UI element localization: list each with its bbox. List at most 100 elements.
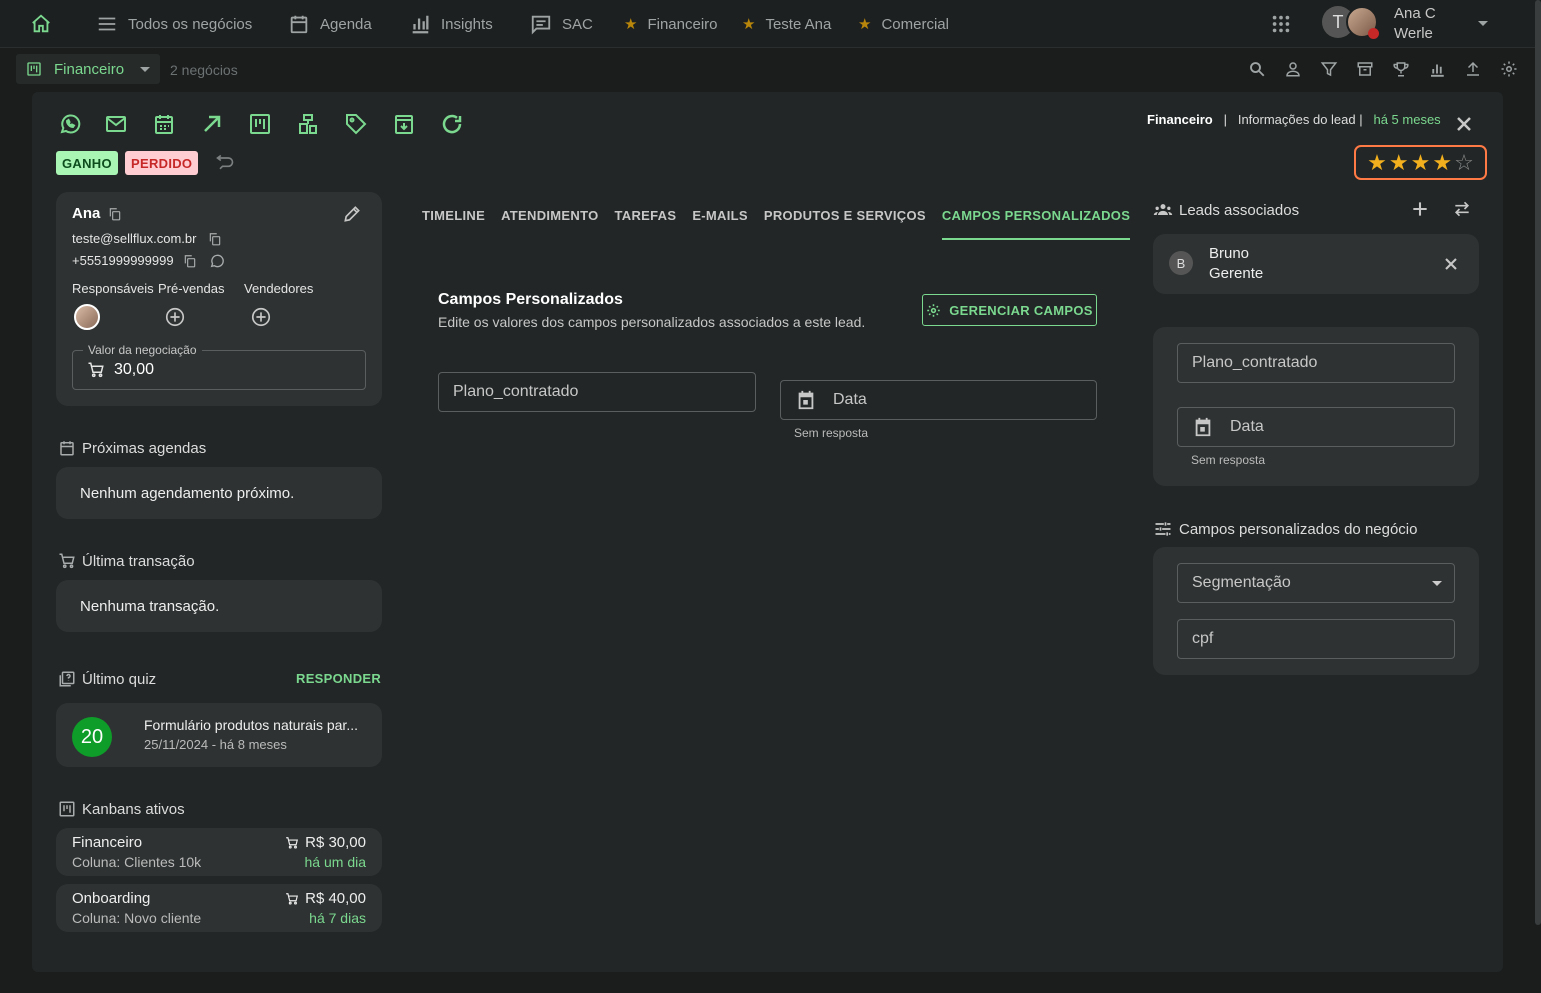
bar-chart-icon[interactable] [1428,60,1446,78]
star-filled-icon[interactable]: ★ [1367,150,1387,176]
nav-all-deals[interactable]: Todos os negócios [96,0,252,48]
segment-select-label: Segmentação [1192,574,1291,591]
quiz-card[interactable]: 20 Formulário produtos naturais par... 2… [56,703,382,767]
calendar-icon [798,390,814,410]
gear-icon [927,303,940,317]
plan-field[interactable]: Plano_contratado [438,372,756,412]
kanban-column: Coluna: Novo cliente [72,910,202,926]
kanban-time: há um dia [304,854,366,870]
star-filled-icon[interactable]: ★ [1411,150,1431,176]
tab-tarefas[interactable]: TAREFAS [615,208,677,240]
side-date-field[interactable]: Data [1177,407,1455,447]
tab-produtos[interactable]: PRODUTOS E SERVIÇOS [764,208,926,240]
agenda-card: Nenhum agendamento próximo. [56,467,382,519]
user-name[interactable]: Ana C Werle [1394,4,1436,44]
deal-value-field[interactable]: Valor da negociação 30,00 [72,343,366,390]
top-navbar: Todos os negócios Agenda Insights SAC ★ … [0,0,1541,48]
responsible-avatar[interactable] [74,304,100,330]
nav-insights-label: Insights [441,15,493,33]
tab-timeline[interactable]: TIMELINE [422,208,485,240]
close-icon[interactable] [1441,254,1461,274]
associated-lead-role: Gerente [1209,265,1264,282]
quiz-score: 20 [72,717,112,757]
user-menu-chevron-icon[interactable] [1478,21,1488,26]
search-icon[interactable] [1248,60,1266,78]
undo-status-icon[interactable] [214,153,236,173]
page-scrollbar[interactable] [1535,0,1541,925]
whatsapp-icon[interactable] [58,112,82,136]
user-name-last: Werle [1394,25,1433,42]
home-icon[interactable] [30,13,52,35]
archive-download-icon[interactable] [392,112,416,136]
nav-agenda[interactable]: Agenda [288,0,372,48]
copy-icon[interactable] [108,207,122,221]
cpf-field[interactable]: cpf [1177,619,1455,659]
segment-select[interactable]: Segmentação [1177,563,1455,603]
transaction-section-title: Última transação [58,552,195,570]
user-name-first: Ana C [1394,5,1436,22]
star-filled-icon[interactable]: ★ [1389,150,1409,176]
star-empty-icon[interactable]: ☆ [1454,150,1474,176]
upload-icon[interactable] [1464,60,1482,78]
kanban-icon[interactable] [248,112,272,136]
chat-icon [531,15,551,35]
edit-pencil-icon[interactable] [342,204,362,224]
cart-icon [59,553,75,569]
quiz-title: Último quiz [82,670,157,688]
archive-icon[interactable] [1356,60,1374,78]
nav-fav-financeiro[interactable]: ★ Financeiro [624,0,718,48]
refresh-icon[interactable] [440,112,464,136]
swap-board-icon[interactable] [296,112,320,136]
add-circle-icon[interactable] [250,306,272,328]
kanban-item[interactable]: Onboarding Coluna: Novo cliente R$ 40,00… [56,884,382,932]
lead-name: Ana [72,205,101,222]
swap-arrows-icon[interactable] [1452,199,1472,219]
associated-lead-card[interactable]: B Bruno Gerente [1153,234,1479,294]
email-icon[interactable] [104,112,128,136]
side-date-helper: Sem resposta [1191,453,1266,467]
agenda-empty: Nenhum agendamento próximo. [80,485,295,502]
board-selector[interactable]: Financeiro [16,54,160,84]
add-icon[interactable] [1410,199,1430,219]
lead-email: teste@sellflux.com.br [72,231,197,246]
date-field[interactable]: Data [780,380,1097,420]
tab-campos-personalizados[interactable]: CAMPOS PERSONALIZADOS [941,208,1131,240]
lost-badge[interactable]: PERDIDO [125,151,199,175]
manage-fields-button[interactable]: GERENCIAR CAMPOS [922,294,1097,326]
whatsapp-icon[interactable] [209,253,225,269]
user-avatars[interactable]: T [1322,6,1379,39]
tab-emails[interactable]: E-MAILS [692,208,748,240]
person-icon[interactable] [1284,60,1302,78]
calendar-icon[interactable] [152,112,176,136]
copy-icon[interactable] [208,232,222,246]
side-plan-field[interactable]: Plano_contratado [1177,343,1455,383]
tab-atendimento[interactable]: ATENDIMENTO [501,208,598,240]
board-selector-label: Financeiro [54,60,125,78]
copy-icon[interactable] [183,254,197,268]
deal-count: 2 negócios [170,62,238,78]
quiz-name: Formulário produtos naturais par... [144,717,358,733]
transaction-empty: Nenhuma transação. [80,598,220,615]
plan-field-label: Plano_contratado [453,383,579,400]
won-badge[interactable]: GANHO [56,151,118,175]
nav-fav-teste-ana[interactable]: ★ Teste Ana [742,0,831,48]
gear-icon[interactable] [1500,60,1518,78]
kanban-item[interactable]: Financeiro Coluna: Clientes 10k R$ 30,00… [56,828,382,876]
tag-icon[interactable] [344,112,368,136]
filter-icon[interactable] [1320,60,1338,78]
trophy-icon[interactable] [1392,60,1410,78]
side-plan-label: Plano_contratado [1192,354,1318,371]
rating-stars[interactable]: ★ ★ ★ ★ ☆ [1354,145,1487,180]
nav-fav-comercial[interactable]: ★ Comercial [858,0,949,48]
quiz-date: 25/11/2024 - há 8 meses [144,737,287,752]
arrow-up-right-icon[interactable] [200,112,224,136]
close-icon[interactable] [1452,112,1476,136]
nav-insights[interactable]: Insights [409,0,493,48]
breadcrumb-time: há 5 meses [1373,112,1441,127]
associated-leads-title: Leads associados [1153,200,1299,220]
add-circle-icon[interactable] [164,306,186,328]
nav-sac[interactable]: SAC [530,0,593,48]
quiz-respond-button[interactable]: RESPONDER [296,671,381,686]
apps-grid-icon[interactable] [1270,13,1292,35]
star-filled-icon[interactable]: ★ [1432,150,1452,176]
